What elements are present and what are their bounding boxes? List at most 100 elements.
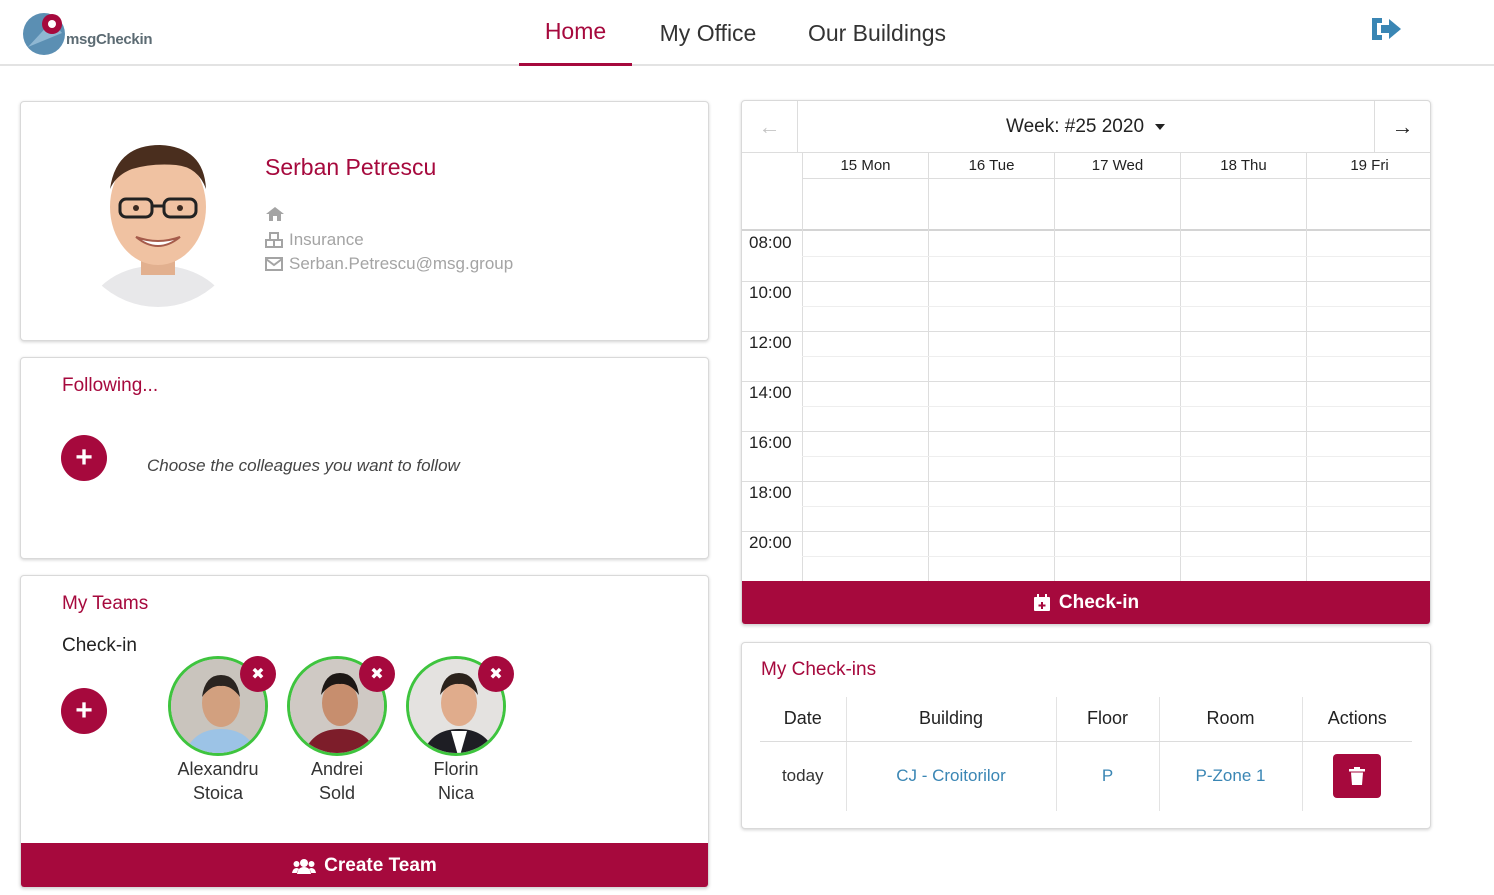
checkin-label: Check-in bbox=[1058, 592, 1140, 613]
remove-member-button[interactable]: ✖ bbox=[478, 656, 514, 692]
member-name: Andrei Sold bbox=[277, 757, 397, 805]
day-header: 15 Mon bbox=[802, 153, 928, 179]
remove-member-button[interactable]: ✖ bbox=[240, 656, 276, 692]
calendar-gridline bbox=[742, 531, 1430, 532]
profile-email-line: Serban.Petrescu@msg.group bbox=[265, 254, 513, 274]
trash-icon bbox=[1349, 767, 1366, 786]
following-card: Following... + Choose the colleagues you… bbox=[20, 357, 709, 559]
checkin-date: today bbox=[760, 741, 847, 811]
time-label: 12:00 bbox=[749, 333, 792, 352]
column-header-building: Building bbox=[846, 697, 1057, 742]
my-teams-title: My Teams bbox=[62, 593, 149, 614]
time-label: 10:00 bbox=[749, 283, 792, 302]
member-first-name: Alexandru bbox=[177, 759, 259, 779]
day-header: 18 Thu bbox=[1180, 153, 1306, 179]
member-last-name: Sold bbox=[318, 783, 356, 803]
calendar-gridline bbox=[1306, 153, 1307, 581]
member-last-name: Nica bbox=[437, 783, 474, 803]
calendar-gridline bbox=[802, 306, 1430, 307]
calendar-header: ← Week: #25 2020 → bbox=[742, 101, 1430, 153]
following-title: Following... bbox=[62, 375, 159, 396]
checkin-floor-link[interactable]: P bbox=[1102, 766, 1113, 785]
calendar-gridline bbox=[1054, 153, 1055, 581]
nav-home[interactable]: Home bbox=[519, 0, 632, 66]
checkin-button[interactable]: Check-in bbox=[742, 581, 1430, 624]
checkin-room-link[interactable]: P-Zone 1 bbox=[1196, 766, 1266, 785]
following-hint: Choose the colleagues you want to follow bbox=[147, 456, 460, 475]
profile-avatar bbox=[76, 127, 241, 307]
add-member-button[interactable]: + bbox=[61, 688, 107, 734]
week-selector[interactable]: Week: #25 2020 bbox=[798, 101, 1374, 153]
column-header-room: Room bbox=[1159, 697, 1303, 742]
calendar-plus-icon bbox=[1033, 594, 1050, 611]
profile-department: Insurance bbox=[289, 230, 364, 249]
time-label: 20:00 bbox=[749, 533, 792, 552]
table-row: today CJ - Croitorilor P P-Zone 1 bbox=[760, 741, 1412, 811]
column-header-floor: Floor bbox=[1056, 697, 1160, 742]
my-checkins-title: My Check-ins bbox=[761, 659, 877, 680]
remove-member-button[interactable]: ✖ bbox=[359, 656, 395, 692]
time-label: 18:00 bbox=[749, 483, 792, 502]
calendar-gridline bbox=[802, 256, 1430, 257]
plus-icon: + bbox=[75, 694, 93, 727]
checkins-table: Date Building Floor Room Actions today C… bbox=[760, 697, 1412, 811]
calendar-gridline bbox=[742, 431, 1430, 432]
profile-department-line: Insurance bbox=[265, 230, 364, 250]
calendar-gridline bbox=[928, 153, 929, 581]
add-following-button[interactable]: + bbox=[61, 435, 107, 481]
envelope-icon bbox=[265, 257, 283, 271]
caret-down-icon bbox=[1155, 124, 1166, 130]
nav-our-buildings[interactable]: Our Buildings bbox=[795, 0, 959, 66]
all-day-divider bbox=[742, 229, 1430, 231]
profile-card: Serban Petrescu Insurance Serban.Petresc… bbox=[20, 101, 709, 341]
calendar-gridline bbox=[802, 406, 1430, 407]
profile-email: Serban.Petrescu@msg.group bbox=[289, 254, 514, 273]
column-header-actions: Actions bbox=[1302, 697, 1412, 742]
create-team-label: Create Team bbox=[324, 854, 437, 876]
close-icon: ✖ bbox=[489, 666, 503, 683]
table-header-row: Date Building Floor Room Actions bbox=[760, 697, 1412, 742]
profile-location-line bbox=[265, 206, 285, 222]
time-label: 14:00 bbox=[749, 383, 792, 402]
calendar-gridline bbox=[802, 506, 1430, 507]
calendar-gridline bbox=[802, 456, 1430, 457]
prev-week-button[interactable]: ← bbox=[742, 101, 798, 153]
logout-button[interactable] bbox=[1368, 14, 1404, 44]
time-label: 08:00 bbox=[749, 233, 792, 252]
calendar-gridline bbox=[1180, 153, 1181, 581]
delete-checkin-button[interactable] bbox=[1333, 754, 1382, 799]
member-first-name: Andrei bbox=[310, 759, 364, 779]
checkin-building-link[interactable]: CJ - Croitorilor bbox=[896, 766, 1006, 785]
calendar-gridline bbox=[742, 331, 1430, 332]
sign-out-icon bbox=[1372, 18, 1401, 40]
app-logo[interactable]: msgCheckin bbox=[22, 9, 162, 59]
calendar-gridline bbox=[742, 381, 1430, 382]
day-header: 17 Wed bbox=[1054, 153, 1180, 179]
next-week-button[interactable]: → bbox=[1374, 101, 1430, 153]
create-team-button[interactable]: Create Team bbox=[21, 843, 708, 887]
arrow-right-icon: → bbox=[1391, 114, 1414, 139]
member-name: Alexandru Stoica bbox=[158, 757, 278, 805]
profile-name: Serban Petrescu bbox=[265, 154, 437, 180]
member-name: Florin Nica bbox=[396, 757, 516, 805]
calendar-gridline bbox=[802, 178, 1430, 179]
home-icon bbox=[266, 207, 284, 221]
week-calendar-card: ← Week: #25 2020 → 15 Mon 16 Tue 17 Wed … bbox=[741, 100, 1431, 625]
nav-my-office[interactable]: My Office bbox=[645, 0, 771, 66]
users-icon bbox=[292, 858, 317, 874]
logo-pin-icon bbox=[23, 13, 65, 55]
logo-text: msgCheckin bbox=[66, 31, 153, 48]
plus-icon: + bbox=[75, 441, 93, 474]
close-icon: ✖ bbox=[251, 666, 265, 683]
calendar-gridline bbox=[802, 556, 1430, 557]
calendar-gridline bbox=[802, 153, 803, 581]
top-navbar: msgCheckin Home My Office Our Buildings bbox=[0, 0, 1494, 66]
member-first-name: Florin bbox=[433, 759, 479, 779]
column-header-date: Date bbox=[760, 697, 847, 742]
member-last-name: Stoica bbox=[192, 783, 244, 803]
week-label: Week: #25 2020 bbox=[1005, 116, 1145, 137]
time-label: 16:00 bbox=[749, 433, 792, 452]
calendar-gridline bbox=[742, 281, 1430, 282]
team-name[interactable]: Check-in bbox=[62, 635, 137, 657]
my-checkins-card: My Check-ins Date Building Floor Room Ac… bbox=[741, 642, 1431, 829]
